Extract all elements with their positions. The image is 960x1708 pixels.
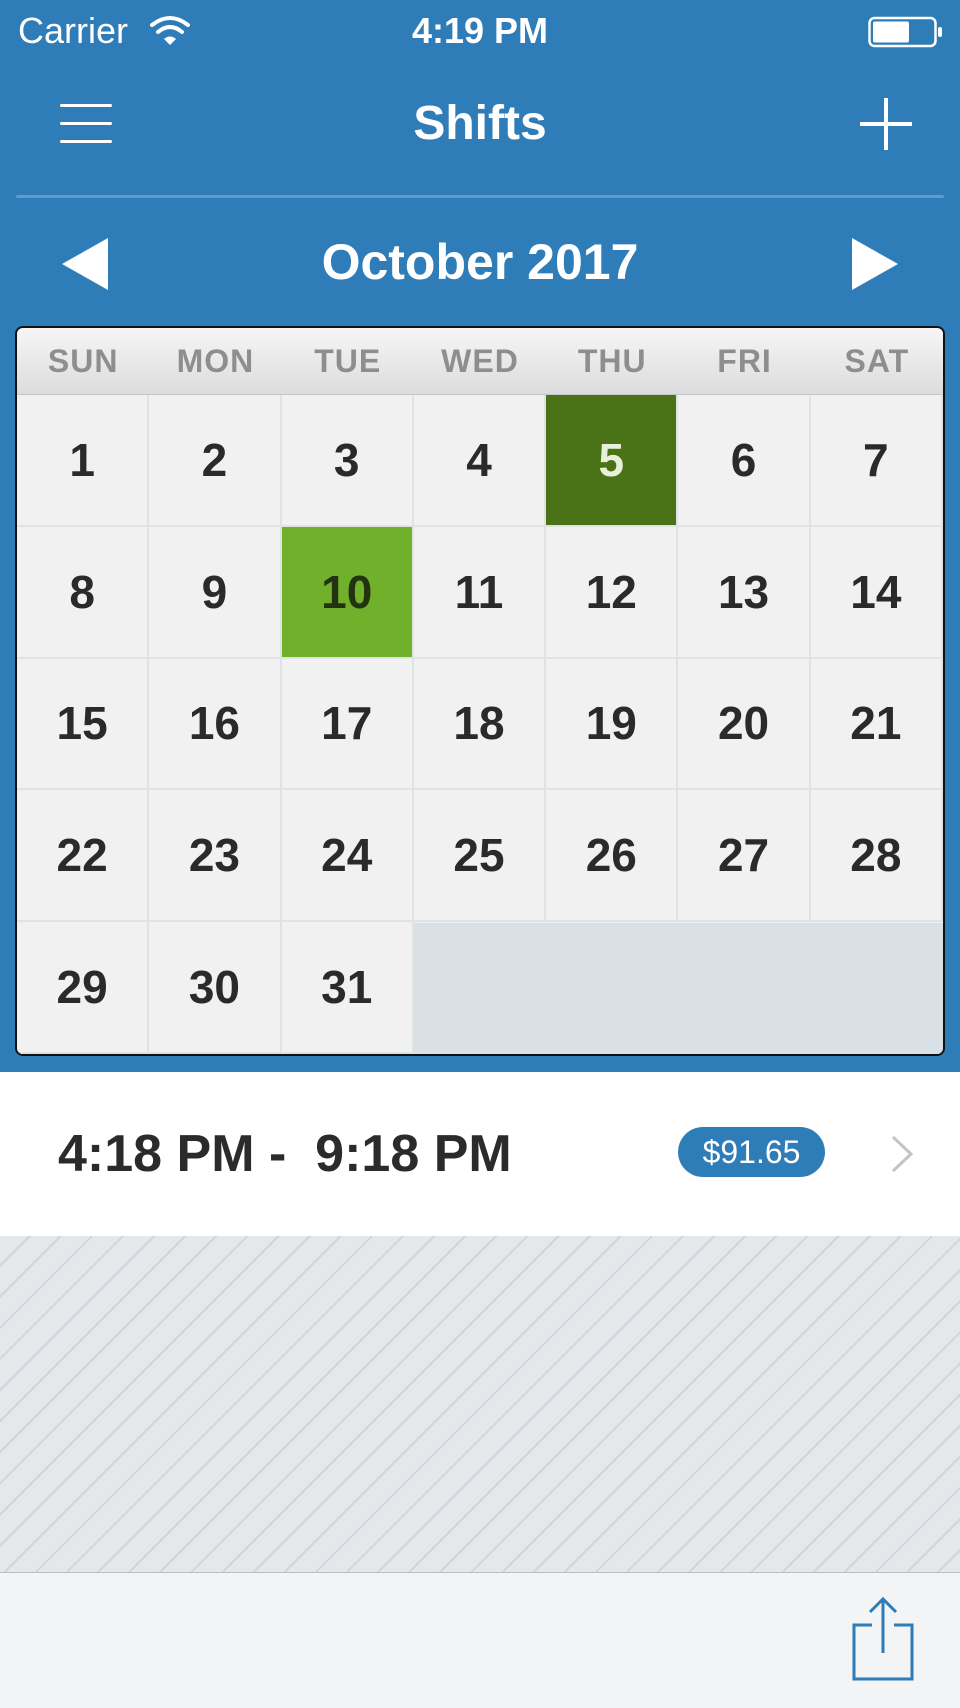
calendar-day[interactable]: 24	[281, 790, 414, 923]
shift-row[interactable]: 4:18 PM - 9:18 PM $91.65	[0, 1072, 960, 1236]
calendar-day[interactable]: 30	[149, 922, 282, 1054]
calendar-day[interactable]: 7	[810, 395, 943, 527]
calendar-day[interactable]: 19	[546, 658, 679, 791]
calendar-day[interactable]: 9	[149, 526, 282, 659]
calendar-day[interactable]: 15	[17, 658, 150, 791]
calendar-day[interactable]: 2	[149, 395, 282, 527]
weekday-label: WED	[441, 343, 519, 379]
status-time: 4:19 PM	[411, 10, 549, 51]
calendar: SUN MON TUE WED THU FRI SAT 1 2 3 4 5 6 7 8 9 10 1…	[15, 326, 945, 1056]
month-title: October 2017	[321, 234, 639, 290]
calendar-day[interactable]: 3	[281, 395, 414, 527]
calendar-day[interactable]: 21	[810, 658, 943, 791]
nav-divider	[16, 195, 944, 198]
calendar-day[interactable]: 13	[678, 526, 811, 659]
next-month-button[interactable]	[852, 238, 898, 290]
calendar-day[interactable]: 28	[810, 790, 943, 923]
page-title: Shifts	[413, 97, 547, 150]
bottom-toolbar	[0, 1572, 960, 1708]
calendar-day[interactable]: 20	[678, 658, 811, 791]
calendar-day[interactable]: 8	[17, 526, 150, 659]
share-icon[interactable]	[852, 1597, 914, 1681]
calendar-day[interactable]: 4	[413, 395, 547, 527]
calendar-day[interactable]: 26	[546, 790, 679, 923]
add-icon[interactable]	[858, 96, 914, 152]
calendar-day[interactable]: 18	[413, 658, 547, 791]
battery-icon	[868, 16, 942, 48]
pay-badge: $91.65	[678, 1127, 825, 1177]
weekday-label: SAT	[844, 343, 910, 379]
weekday-header: SUN MON TUE WED THU FRI SAT	[17, 328, 943, 395]
calendar-day[interactable]: 31	[281, 922, 414, 1054]
calendar-day[interactable]: 6	[678, 395, 811, 527]
status-bar: Carrier 4:19 PM	[0, 0, 960, 64]
weekday-label: TUE	[314, 343, 382, 379]
calendar-day[interactable]: 1	[17, 395, 150, 527]
calendar-day[interactable]: 14	[810, 526, 943, 659]
calendar-day[interactable]: 25	[413, 790, 547, 923]
calendar-day[interactable]: 16	[149, 658, 282, 791]
shift-time-range: 4:18 PM - 9:18 PM	[58, 1125, 512, 1183]
weekday-label: SUN	[47, 343, 119, 379]
calendar-day[interactable]: 27	[678, 790, 811, 923]
weekday-label: MON	[176, 343, 255, 379]
calendar-day[interactable]: 29	[17, 922, 150, 1054]
calendar-day[interactable]: 22	[17, 790, 150, 923]
weekday-label: THU	[577, 343, 647, 379]
weekday-label: FRI	[717, 343, 772, 379]
empty-days-area	[413, 923, 943, 1054]
chevron-right-icon	[891, 1135, 914, 1173]
calendar-day[interactable]: 17	[281, 658, 414, 791]
day-grid: 1 2 3 4 5 6 7 8 9 10 11 12 13 14 15 16 17 18 19 20 21 22 23 24 2…	[17, 395, 943, 1054]
calendar-day[interactable]: 23	[149, 790, 282, 923]
empty-list-area	[0, 1236, 960, 1572]
calendar-day[interactable]: 11	[413, 526, 547, 659]
calendar-day[interactable]: 5	[546, 395, 679, 527]
calendar-day[interactable]: 12	[546, 526, 679, 659]
calendar-day[interactable]: 10	[281, 526, 414, 659]
